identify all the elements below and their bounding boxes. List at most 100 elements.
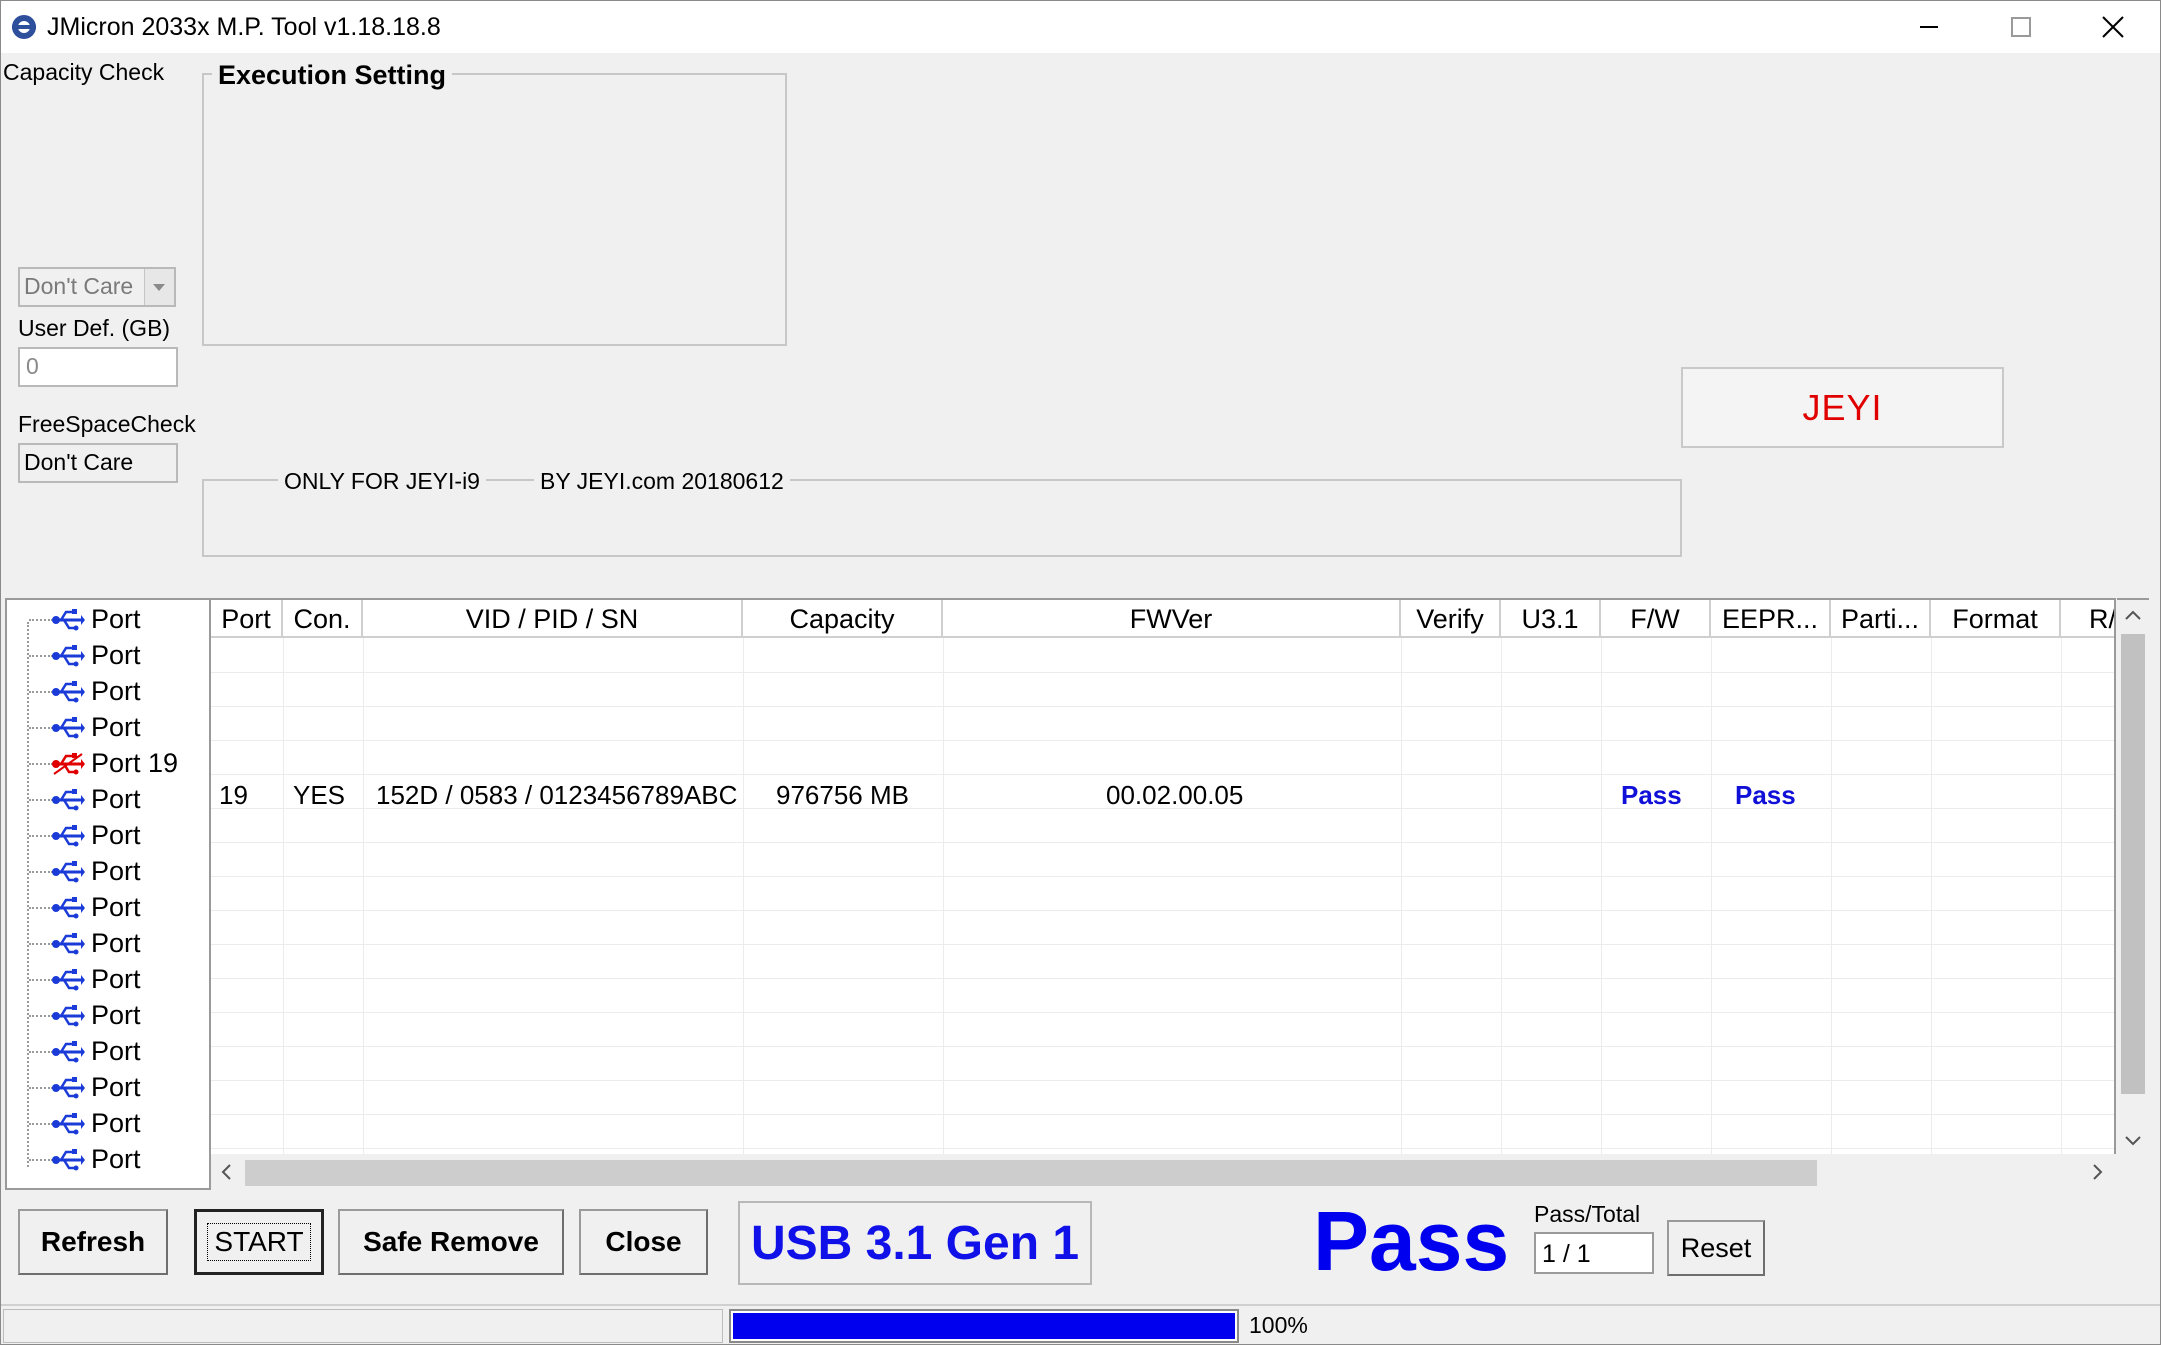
- col-eeprom[interactable]: EEPR...: [1711, 600, 1831, 638]
- col-u31[interactable]: U3.1: [1501, 600, 1601, 638]
- usb-icon: [52, 789, 85, 811]
- refresh-button[interactable]: Refresh: [18, 1209, 168, 1275]
- col-port[interactable]: Port: [211, 600, 283, 638]
- col-con[interactable]: Con.: [283, 600, 363, 638]
- tree-connector-branch: [29, 835, 53, 837]
- col-fwver[interactable]: FWVer: [943, 600, 1401, 638]
- usb-icon: [52, 861, 85, 883]
- col-rw[interactable]: R/: [2061, 600, 2114, 638]
- usb-icon: [52, 933, 85, 955]
- tree-connector-branch: [29, 763, 53, 765]
- result-status: Pass: [1313, 1194, 1510, 1288]
- tree-item-port[interactable]: Port: [27, 710, 207, 746]
- maximize-icon: [2011, 17, 2031, 37]
- start-button[interactable]: START: [194, 1209, 324, 1275]
- close-window-button[interactable]: [2067, 1, 2159, 53]
- tree-connector-branch: [29, 799, 53, 801]
- minimize-button[interactable]: [1883, 1, 1975, 53]
- col-fw[interactable]: F/W: [1601, 600, 1711, 638]
- execution-setting-group: Execution Setting: [202, 60, 787, 346]
- close-button[interactable]: Close: [579, 1209, 708, 1275]
- tree-item-port[interactable]: Port: [27, 890, 207, 926]
- free-space-check-select[interactable]: Don't Care: [18, 443, 178, 483]
- tree-item-port[interactable]: Port: [27, 926, 207, 962]
- tree-item-label: Port: [91, 676, 141, 706]
- cell-eeprom-status: Pass: [1735, 780, 1796, 810]
- only-for-label: ONLY FOR JEYI-i9: [278, 468, 486, 495]
- tree-connector-branch: [29, 1087, 53, 1089]
- port-tree: Port Port Port Port Port 19 Port Port Port Port P…: [5, 598, 211, 1190]
- progress-fill: [733, 1313, 1235, 1339]
- maximize-button[interactable]: [1975, 1, 2067, 53]
- usb-active-icon: [52, 753, 85, 775]
- tree-item-label: Port: [91, 1000, 141, 1030]
- tree-connector-branch: [29, 655, 53, 657]
- grid-col-line: [743, 638, 744, 1188]
- usb-icon: [52, 1149, 85, 1171]
- tree-item-label: Port: [91, 1072, 141, 1102]
- tree-item-port[interactable]: Port: [27, 638, 207, 674]
- tree-connector-branch: [29, 619, 53, 621]
- tree-item-port[interactable]: Port: [27, 674, 207, 710]
- pass-total-field: 1 / 1: [1534, 1232, 1654, 1274]
- tree-item-port[interactable]: Port: [27, 602, 207, 638]
- grid-col-line: [1831, 638, 1832, 1188]
- reset-button[interactable]: Reset: [1667, 1220, 1765, 1276]
- tree-item-port[interactable]: Port: [27, 854, 207, 890]
- usb-icon: [52, 609, 85, 631]
- usb-icon: [52, 825, 85, 847]
- col-verify[interactable]: Verify: [1401, 600, 1501, 638]
- tree-item-label: Port: [91, 1108, 141, 1138]
- grid-vertical-scrollbar[interactable]: [2117, 598, 2149, 1154]
- app-window: JMicron 2033x M.P. Tool v1.18.18.8 Capac…: [0, 0, 2161, 1345]
- tree-item-port[interactable]: Port: [27, 1106, 207, 1142]
- tree-item-label: Port 19: [91, 748, 179, 778]
- execution-setting-title: Execution Setting: [212, 60, 453, 91]
- tree-item-port[interactable]: Port: [27, 782, 207, 818]
- capacity-check-select[interactable]: Don't Care: [18, 267, 176, 307]
- scroll-right-icon[interactable]: [2087, 1162, 2107, 1182]
- user-def-value: 0: [26, 353, 39, 379]
- status-pane: [3, 1309, 723, 1343]
- tree-connector-branch: [29, 871, 53, 873]
- horizontal-scroll-thumb[interactable]: [245, 1160, 1817, 1186]
- close-icon: [2102, 16, 2124, 38]
- grid-col-line: [363, 638, 364, 1188]
- tree-item-port[interactable]: Port: [27, 1070, 207, 1106]
- tree-item-port[interactable]: Port: [27, 962, 207, 998]
- scroll-left-icon[interactable]: [217, 1162, 237, 1182]
- tree-connector-branch: [29, 1159, 53, 1161]
- col-capacity[interactable]: Capacity: [743, 600, 943, 638]
- tree-item-label: Port: [91, 604, 141, 634]
- vertical-scroll-thumb[interactable]: [2121, 634, 2145, 1094]
- usb-icon: [52, 1077, 85, 1099]
- progress-bar: [729, 1309, 1239, 1343]
- tree-item-port[interactable]: Port: [27, 818, 207, 854]
- tree-item-label: Port: [91, 964, 141, 994]
- title-bar: JMicron 2033x M.P. Tool v1.18.18.8: [1, 1, 2160, 53]
- col-format[interactable]: Format: [1931, 600, 2061, 638]
- tree-item-port[interactable]: Port 19: [27, 746, 207, 782]
- tree-item-label: Port: [91, 820, 141, 850]
- grid-col-line: [2061, 638, 2062, 1188]
- by-label: BY JEYI.com 20180612: [534, 468, 790, 495]
- col-vid-pid-sn[interactable]: VID / PID / SN: [363, 600, 743, 638]
- col-partition[interactable]: Parti...: [1831, 600, 1931, 638]
- tree-item-label: Port: [91, 892, 141, 922]
- cell-fwver: 00.02.00.05: [1106, 780, 1244, 810]
- minimize-icon: [1920, 26, 1938, 28]
- scroll-down-icon[interactable]: [2123, 1130, 2143, 1150]
- dropdown-button[interactable]: [144, 269, 174, 305]
- user-def-input[interactable]: 0: [18, 347, 178, 387]
- grid-col-line: [1401, 638, 1402, 1188]
- capacity-check-value: Don't Care: [24, 273, 134, 299]
- tree-item-port[interactable]: Port: [27, 998, 207, 1034]
- tree-item-port[interactable]: Port: [27, 1142, 207, 1178]
- scroll-up-icon[interactable]: [2123, 606, 2143, 626]
- grid-horizontal-scrollbar[interactable]: [211, 1154, 2117, 1190]
- usb-icon: [52, 645, 85, 667]
- tree-item-port[interactable]: Port: [27, 1034, 207, 1070]
- safe-remove-button[interactable]: Safe Remove: [338, 1209, 564, 1275]
- user-def-label: User Def. (GB): [18, 315, 171, 341]
- brand-button[interactable]: JEYI: [1681, 367, 2004, 448]
